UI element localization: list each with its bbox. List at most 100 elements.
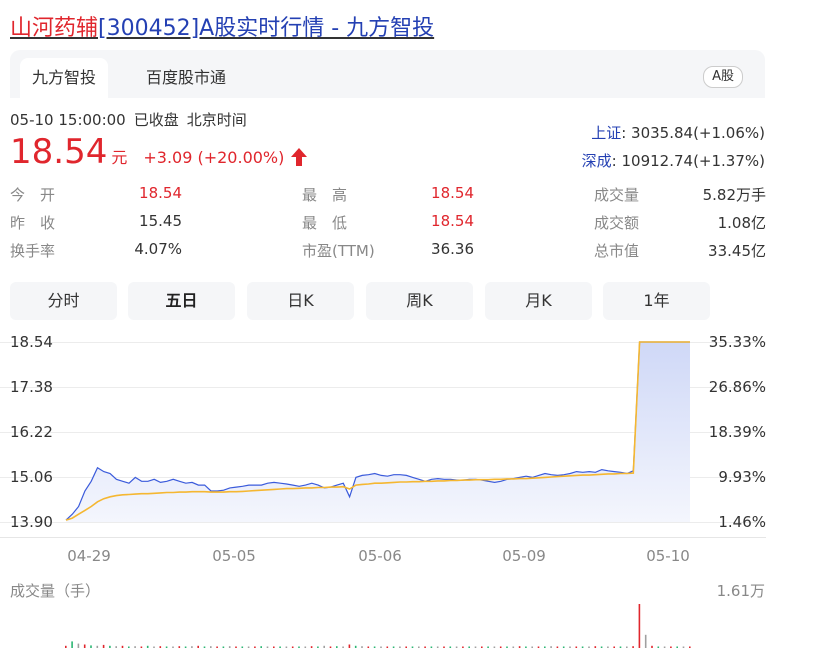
tab-jiufang[interactable]: 九方智投: [20, 58, 109, 98]
volume-bar: [512, 646, 515, 648]
volume-bar: [128, 646, 130, 648]
volume-bar: [499, 646, 502, 648]
volume-bar: [607, 646, 609, 648]
current-price: 18.54: [10, 132, 108, 172]
volume-bar: [531, 646, 533, 648]
x-tick: 04-29: [67, 547, 111, 565]
stat-amount-label: 成交额: [594, 214, 640, 232]
volume-bar: [373, 646, 376, 648]
volume-bar: [657, 646, 660, 648]
volume-bar: [210, 646, 212, 648]
volume-bar: [266, 646, 269, 648]
volume-bar: [254, 646, 256, 648]
volume-bar: [285, 646, 288, 648]
volume-bar: [436, 646, 439, 648]
volume-bar: [380, 646, 382, 648]
volume-bar: [613, 646, 615, 648]
stat-open-label: 今 开: [10, 186, 56, 204]
volume-bar: [399, 646, 401, 648]
volume-bar: [651, 645, 653, 648]
index-shenzhen-name[interactable]: 深成: [582, 152, 612, 170]
volume-bar: [178, 646, 181, 648]
five-day-price-chart[interactable]: 18.54 17.38 16.22 15.06 13.90 35.33% 26.86% 18…: [0, 325, 831, 575]
period-tab-weekly-k[interactable]: 周K: [366, 282, 473, 320]
period-tab-one-year[interactable]: 1年: [603, 282, 710, 320]
market-status: 已收盘: [133, 111, 179, 129]
page-title[interactable]: 山河药辅[300452]A股实时行情 - 九方智投: [10, 10, 434, 42]
volume-bar: [619, 646, 622, 648]
volume-bar: [424, 646, 426, 648]
period-tab-five-day[interactable]: 五日: [128, 282, 235, 320]
volume-bar: [367, 646, 370, 648]
index-shenzhen[interactable]: 深成: 10912.74(+1.37%): [582, 150, 765, 171]
volume-bar: [449, 646, 452, 648]
volume-bar: [65, 645, 67, 648]
stat-turnover-label: 换手率: [10, 242, 56, 260]
volume-bar: [632, 646, 634, 648]
y-tick-left: 15.06: [10, 468, 53, 486]
y-tick-left: 18.54: [10, 333, 53, 351]
volume-bar: [411, 646, 414, 648]
x-tick: 05-10: [646, 547, 690, 565]
volume-bar: [153, 646, 155, 648]
volume-bar: [354, 645, 357, 648]
volume-bar: [96, 645, 99, 648]
volume-bar: [291, 646, 294, 648]
volume-bar: [317, 646, 319, 648]
volume-bar: [468, 646, 470, 648]
volume-bar: [241, 646, 244, 648]
volume-bar: [323, 645, 325, 648]
volume-bar: [670, 646, 672, 648]
x-tick: 05-09: [502, 547, 546, 565]
volume-max-label: 1.61万: [716, 582, 765, 600]
volume-bar: [481, 646, 483, 648]
up-arrow-icon: [290, 147, 308, 171]
index-shenzhen-value: : 10912.74(+1.37%): [611, 152, 765, 170]
stat-prev-close-value: 15.45: [139, 212, 182, 230]
volume-bar: [626, 646, 628, 648]
volume-bar: [109, 645, 111, 648]
index-shanghai[interactable]: 上证: 3035.84(+1.06%): [591, 122, 765, 143]
volume-bar: [537, 646, 540, 648]
volume-bar: [279, 646, 281, 648]
volume-bar: [487, 646, 489, 648]
price-block: 18.54 元 +3.09 (+20.00%): [10, 132, 308, 172]
tab-baidu-stock[interactable]: 百度股市通: [134, 58, 238, 98]
stat-high-label: 最 高: [302, 186, 348, 204]
volume-bar: [146, 645, 149, 648]
stat-turnover-value: 4.07%: [134, 240, 182, 258]
stat-low-value: 18.54: [431, 212, 474, 230]
volume-bar: [71, 641, 73, 648]
volume-bar: [216, 646, 218, 648]
y-tick-left: 13.90: [10, 513, 53, 531]
volume-bar: [134, 646, 136, 648]
period-tab-daily-k[interactable]: 日K: [247, 282, 354, 320]
index-shanghai-name[interactable]: 上证: [591, 124, 621, 142]
volume-bar: [77, 643, 80, 648]
volume-bar: [474, 646, 477, 648]
volume-bar: [83, 644, 86, 648]
volume-bar: [273, 646, 275, 648]
period-tab-monthly-k[interactable]: 月K: [485, 282, 592, 320]
market-badge[interactable]: A股: [703, 66, 743, 88]
stat-open-value: 18.54: [139, 184, 182, 202]
stock-name-link[interactable]: 山河药辅: [10, 16, 98, 41]
price-unit: 元: [111, 148, 128, 167]
volume-bar: [172, 646, 174, 648]
stat-low-label: 最 低: [302, 214, 348, 232]
volume-bar: [575, 646, 578, 648]
period-tab-intraday[interactable]: 分时: [10, 282, 117, 320]
source-tabs-bar: 九方智投 百度股市通 A股: [10, 50, 765, 98]
volume-bar: [518, 646, 521, 648]
stat-volume-value: 5.82万手: [702, 186, 766, 204]
volume-bar: [304, 646, 307, 648]
volume-bar: [562, 646, 565, 648]
volume-bar: [165, 646, 168, 648]
volume-chart[interactable]: [0, 604, 831, 660]
y-tick-left: 17.38: [10, 378, 53, 396]
volume-bar: [493, 646, 496, 648]
title-rest[interactable]: [300452]A股实时行情 - 九方智投: [98, 16, 434, 41]
volume-bar: [342, 646, 344, 648]
x-tick: 05-05: [212, 547, 256, 565]
volume-bar: [298, 646, 300, 648]
